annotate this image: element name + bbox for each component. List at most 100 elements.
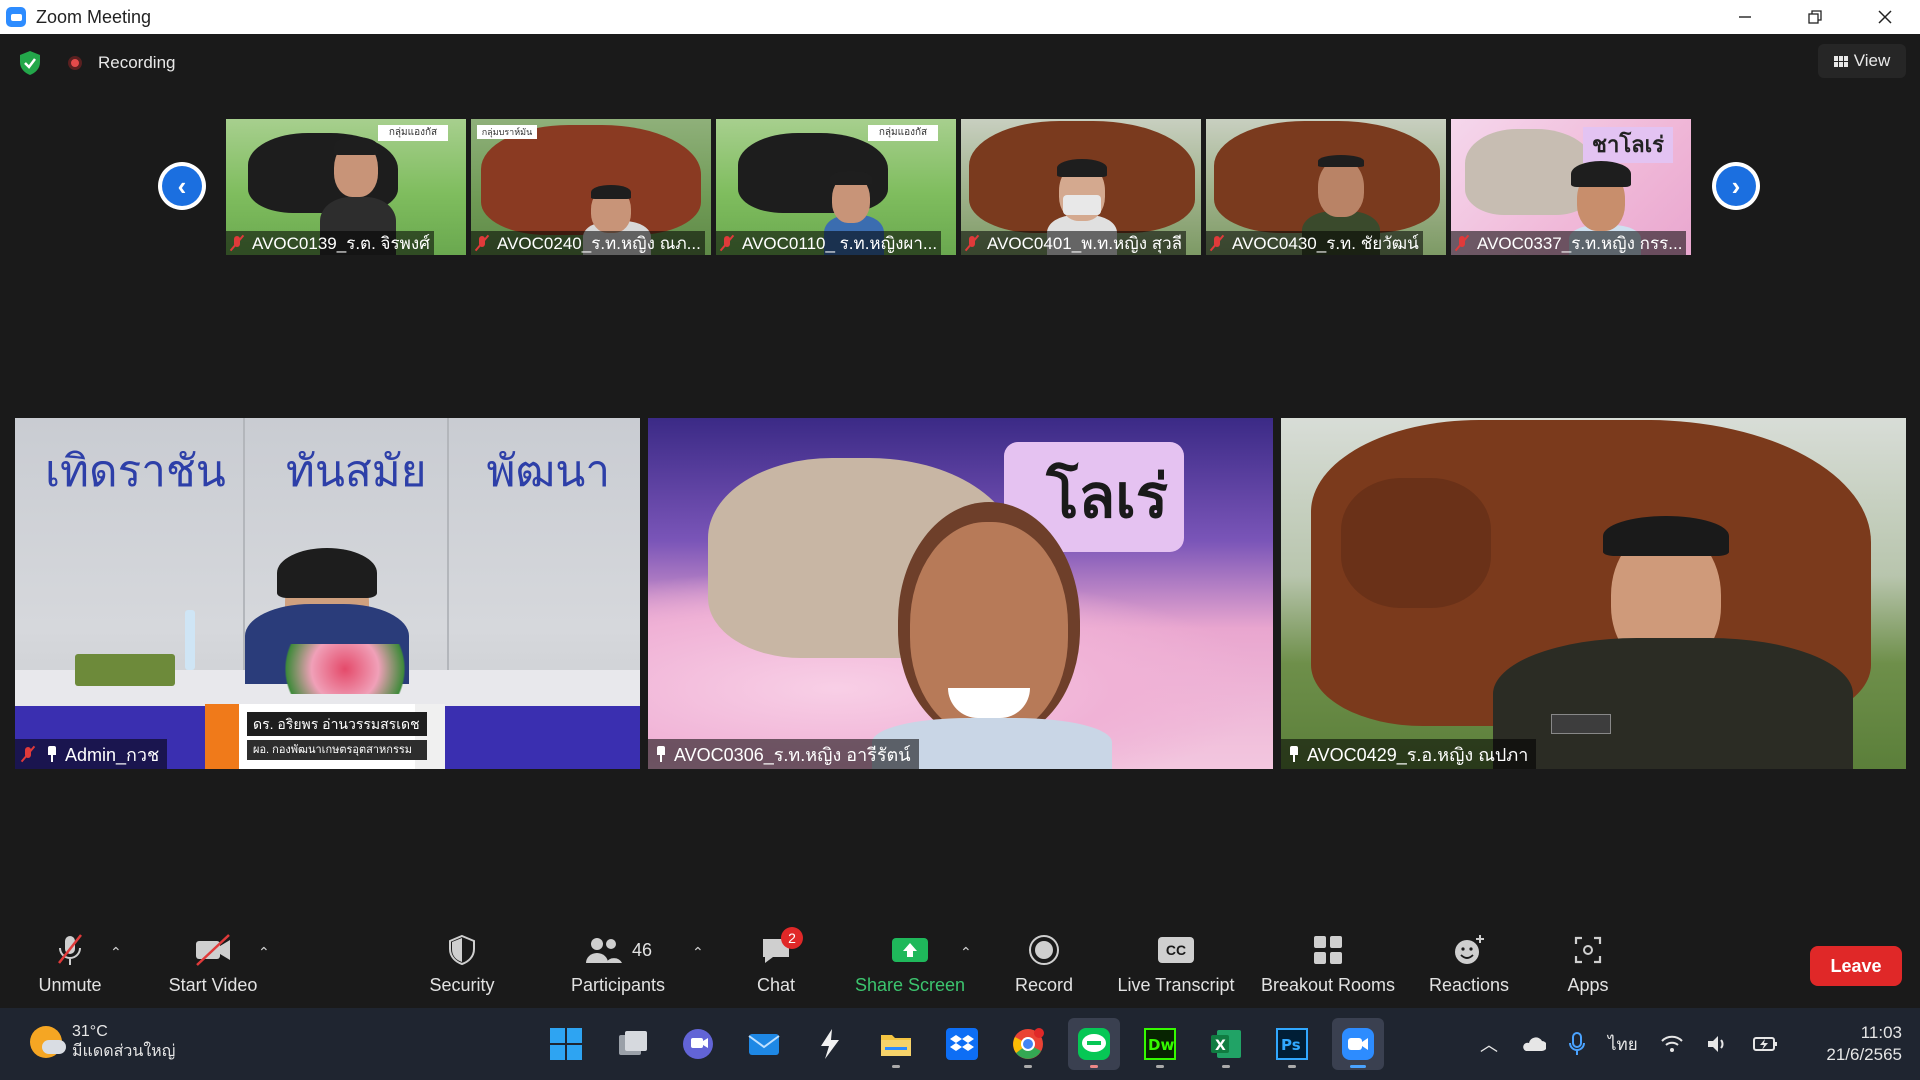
bolt-app-icon[interactable] <box>804 1018 856 1070</box>
muted-mic-icon <box>1208 234 1226 252</box>
taskbar-apps: Dw X Ps <box>540 1018 1384 1070</box>
photoshop-icon[interactable]: Ps <box>1266 1018 1318 1070</box>
pin-icon <box>654 745 668 763</box>
participant-thumbnail[interactable]: กลุ่มบราห์มัน AVOC0240_ร.ท.หญิง ณภ... <box>471 119 711 255</box>
start-video-button[interactable]: Start Video <box>158 930 268 1008</box>
participant-thumbnail[interactable]: ชาโลเร่ AVOC0337_ร.ท.หญิง กรร... <box>1451 119 1691 255</box>
security-shield-icon <box>449 934 475 966</box>
reactions-smiley-icon <box>1455 935 1484 964</box>
zoom-taskbar-icon[interactable] <box>1332 1018 1384 1070</box>
participants-caret-icon[interactable]: ⌃ <box>692 944 704 961</box>
close-icon <box>1878 10 1892 24</box>
reactions-button[interactable]: Reactions <box>1424 930 1514 1008</box>
banner-word: เทิดราชัน <box>44 446 226 497</box>
video-off-icon <box>196 934 230 966</box>
record-icon <box>1029 935 1059 965</box>
participant-name: AVOC0240_ร.ท.หญิง ณภ... <box>497 233 701 253</box>
minimize-icon <box>1739 16 1751 18</box>
task-view-icon[interactable] <box>606 1018 658 1070</box>
file-explorer-icon[interactable] <box>870 1018 922 1070</box>
taskbar-clock[interactable]: 11:03 21/6/2565 <box>1806 1022 1902 1066</box>
participants-label: Participants <box>570 975 666 995</box>
face-mask <box>1063 195 1101 215</box>
muted-mic-icon <box>228 234 246 252</box>
wifi-icon[interactable] <box>1660 1034 1684 1054</box>
share-screen-label: Share Screen <box>854 975 966 995</box>
share-screen-button[interactable]: Share Screen <box>850 930 970 1008</box>
minimize-button[interactable] <box>1710 0 1780 34</box>
excel-icon[interactable]: X <box>1200 1018 1252 1070</box>
thumbnail-sign: ชาโลเร่ <box>1583 127 1673 163</box>
mail-icon[interactable] <box>738 1018 790 1070</box>
system-tray: ︿ ไทย <box>1480 1008 1778 1080</box>
participant-thumbnail[interactable]: กลุ่มแองกัส AVOC0110_ ร.ท.หญิงผา... <box>716 119 956 255</box>
participant-name: AVOC0306_ร.ท.หญิง อารีรัตน์ <box>674 744 911 765</box>
dropbox-icon[interactable] <box>936 1018 988 1070</box>
line-icon[interactable] <box>1068 1018 1120 1070</box>
security-button[interactable]: Security <box>422 930 502 1008</box>
microphone-icon[interactable] <box>1568 1031 1586 1057</box>
weather-widget[interactable]: 31°C มีแดดส่วนใหญ่ <box>30 1022 175 1062</box>
leave-button[interactable]: Leave <box>1810 946 1902 986</box>
participant-name: AVOC0337_ร.ท.หญิง กรร... <box>1477 233 1683 253</box>
breakout-rooms-button[interactable]: Breakout Rooms <box>1258 930 1398 1008</box>
input-language[interactable]: ไทย <box>1608 1031 1638 1058</box>
next-page-button[interactable]: › <box>1712 162 1760 210</box>
video-tile[interactable]: เทิดราชัน ทันสมัย พัฒนา ดร. อริยพร อ่านว… <box>15 418 640 769</box>
previous-page-button[interactable]: ‹ <box>158 162 206 210</box>
chrome-icon[interactable] <box>1002 1018 1054 1070</box>
svg-text:Dw: Dw <box>1148 1036 1174 1054</box>
temperature: 31°C <box>72 1023 108 1040</box>
participant-thumbnail[interactable]: AVOC0430_ร.ท. ชัยวัฒน์ <box>1206 119 1446 255</box>
chat-label: Chat <box>756 975 796 995</box>
participants-icon <box>585 938 622 963</box>
record-button[interactable]: Record <box>1004 930 1084 1008</box>
show-hidden-icons-chevron-icon[interactable]: ︿ <box>1480 1031 1498 1057</box>
windows-start-icon[interactable] <box>540 1018 592 1070</box>
dreamweaver-icon[interactable]: Dw <box>1134 1018 1186 1070</box>
weather-condition: มีแดดส่วนใหญ่ <box>72 1043 176 1060</box>
window-titlebar: Zoom Meeting <box>0 0 1920 34</box>
restore-button[interactable] <box>1780 0 1850 34</box>
breakout-rooms-icon <box>1314 936 1342 964</box>
banner-word: ทันสมัย <box>285 446 427 497</box>
battery-charging-icon[interactable] <box>1752 1034 1778 1054</box>
pin-icon <box>1287 745 1301 763</box>
video-tile[interactable]: โลเร่ AVOC0306_ร.ท.หญิง อารีรัตน์ <box>648 418 1273 769</box>
participants-button[interactable]: 46 Participants <box>568 930 668 1008</box>
window-title: Zoom Meeting <box>36 6 152 27</box>
share-options-caret-icon[interactable]: ⌃ <box>960 944 972 961</box>
participant-thumbnail[interactable]: AVOC0401_พ.ท.หญิง สุวลี <box>961 119 1201 255</box>
recording-dot-icon <box>68 56 82 70</box>
participant-name: AVOC0429_ร.อ.หญิง ณปภา <box>1307 744 1529 765</box>
participant-name: Admin_กวช <box>65 744 160 765</box>
clock-time: 11:03 <box>1860 1023 1902 1042</box>
participant-name: AVOC0430_ร.ท. ชัยวัฒน์ <box>1232 233 1419 253</box>
participant-thumbnail[interactable]: กลุ่มแองกัส AVOC0139_ร.ต. จิรพงศ์ <box>226 119 466 255</box>
live-transcript-button[interactable]: CC Live Transcript <box>1112 930 1240 1008</box>
chat-unread-badge: 2 <box>781 927 803 949</box>
thumbnail-sign: กลุ่มบราห์มัน <box>477 125 537 139</box>
video-options-caret-icon[interactable]: ⌃ <box>258 944 270 961</box>
apps-button[interactable]: Apps <box>1548 930 1628 1008</box>
muted-mic-icon <box>1453 234 1471 252</box>
caption-name: ดร. อริยพร อ่านวรรมสรเดช <box>247 712 427 736</box>
onedrive-cloud-icon[interactable] <box>1520 1035 1546 1053</box>
restore-icon <box>1808 10 1822 24</box>
recording-status[interactable]: Recording <box>98 53 176 73</box>
audio-options-caret-icon[interactable]: ⌃ <box>110 944 122 961</box>
unmute-label: Unmute <box>38 975 102 995</box>
thumbnail-sign: กลุ่มแองกัส <box>378 125 448 141</box>
video-tile[interactable]: AVOC0429_ร.อ.หญิง ณปภา <box>1281 418 1906 769</box>
windows-taskbar: 31°C มีแดดส่วนใหญ่ Dw X Ps ︿ ไทย 11:03 2… <box>0 1008 1920 1080</box>
close-button[interactable] <box>1850 0 1920 34</box>
volume-icon[interactable] <box>1706 1034 1730 1054</box>
encryption-shield-icon[interactable] <box>18 50 42 76</box>
chat-button[interactable]: 2 Chat <box>736 927 816 1008</box>
record-label: Record <box>1014 975 1074 995</box>
unmute-button[interactable]: Unmute <box>30 930 110 1008</box>
grid-view-icon <box>1833 55 1848 67</box>
view-button[interactable]: View <box>1818 44 1906 78</box>
participant-strip: กลุ่มแองกัส AVOC0139_ร.ต. จิรพงศ์ กลุ่มบ… <box>226 119 1691 255</box>
teams-chat-icon[interactable] <box>672 1018 724 1070</box>
